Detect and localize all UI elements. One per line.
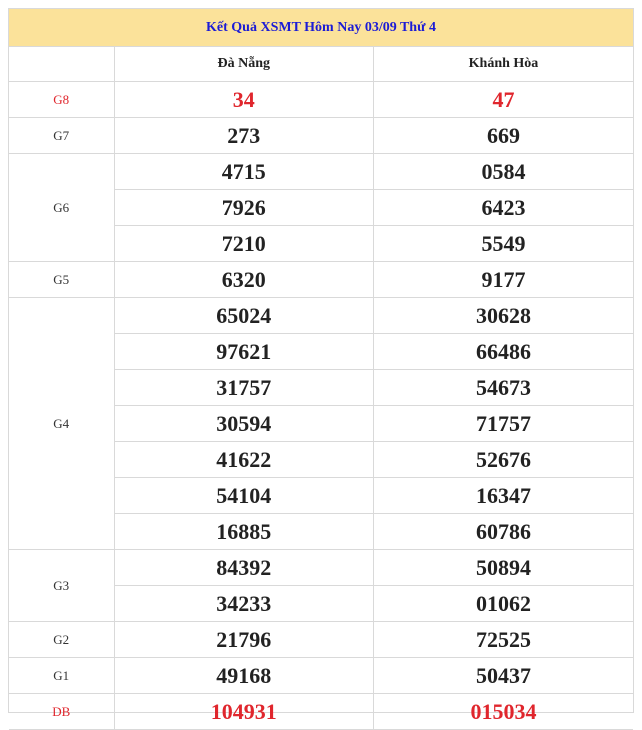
prize-number: 52676 (374, 442, 633, 478)
prize-numbers-province-2: 50894 01062 (373, 549, 633, 622)
prize-numbers-province-2: 47 (373, 81, 633, 118)
prize-numbers-province-2: 30628 66486 54673 71757 52676 16347 60786 (373, 297, 633, 550)
prize-number: 7210 (221, 231, 266, 256)
prize-row-db: DB 104931 015034 (9, 693, 633, 730)
prize-label: G8 (9, 81, 115, 118)
prize-number: 01062 (476, 591, 531, 616)
prize-number: 84392 (114, 550, 373, 586)
prize-number: 60786 (476, 519, 531, 544)
prize-number: 65024 (114, 298, 373, 334)
prize-row-g4: G4 65024 97621 31757 30594 41622 54104 16885 306… (9, 297, 633, 550)
prize-number: 9177 (481, 267, 526, 292)
prize-number: 49168 (216, 663, 272, 688)
prize-number: 54673 (374, 370, 633, 406)
prize-label: DB (9, 693, 115, 730)
prize-number: 104931 (210, 699, 277, 724)
prize-number: 4715 (114, 154, 373, 190)
prize-number: 50437 (476, 663, 531, 688)
prize-numbers-province-1: 49168 (113, 657, 374, 694)
prize-row-g6: G6 4715 7926 7210 0584 6423 5549 (9, 153, 633, 262)
prize-number: 66486 (374, 334, 633, 370)
prize-label: G6 (9, 153, 115, 262)
prize-label: G5 (9, 261, 115, 298)
prize-number: 34 (232, 87, 255, 112)
prize-row-g2: G2 21796 72525 (9, 621, 633, 658)
prize-numbers-province-1: 104931 (113, 693, 374, 730)
prize-numbers-province-2: 015034 (373, 693, 633, 730)
prize-numbers-province-1: 34 (113, 81, 374, 118)
prize-label: G3 (9, 549, 115, 622)
prize-numbers-province-2: 669 (373, 117, 633, 154)
prize-number: 0584 (374, 154, 633, 190)
prize-row-g1: G1 49168 50437 (9, 657, 633, 694)
prize-number: 50894 (374, 550, 633, 586)
prize-number: 54104 (114, 478, 373, 514)
prize-numbers-province-1: 21796 (113, 621, 374, 658)
prize-label: G2 (9, 621, 115, 658)
prize-number: 31757 (114, 370, 373, 406)
prize-numbers-province-1: 65024 97621 31757 30594 41622 54104 16885 (113, 297, 374, 550)
prize-number: 34233 (216, 591, 272, 616)
header-province-1: Đà Nẵng (113, 47, 374, 82)
prize-number: 6423 (374, 190, 633, 226)
prize-numbers-province-2: 72525 (373, 621, 633, 658)
prize-number: 16885 (216, 519, 272, 544)
prize-numbers-province-2: 9177 (373, 261, 633, 298)
prize-number: 273 (227, 123, 261, 148)
prize-row-g8: G8 34 47 (9, 81, 633, 118)
prize-label: G4 (9, 297, 115, 550)
prize-numbers-province-2: 0584 6423 5549 (373, 153, 633, 262)
prize-label: G7 (9, 117, 115, 154)
prize-number: 41622 (114, 442, 373, 478)
prize-numbers-province-1: 273 (113, 117, 374, 154)
prize-numbers-province-1: 6320 (113, 261, 374, 298)
prize-row-g5: G5 6320 9177 (9, 261, 633, 298)
prize-numbers-province-1: 84392 34233 (113, 549, 374, 622)
prize-number: 97621 (114, 334, 373, 370)
prize-number: 30628 (374, 298, 633, 334)
prize-number: 16347 (374, 478, 633, 514)
prize-row-g3: G3 84392 34233 50894 01062 (9, 549, 633, 622)
prize-numbers-province-2: 50437 (373, 657, 633, 694)
results-table-frame: Kết Quả XSMT Hôm Nay 03/09 Thứ 4 Đà Nẵng… (8, 8, 634, 730)
prize-row-g7: G7 273 669 (9, 117, 633, 154)
results-table: Đà Nẵng Khánh Hòa G8 34 47 G7 273 669 G6 4715 79… (9, 47, 633, 730)
prize-numbers-province-1: 4715 7926 7210 (113, 153, 374, 262)
header-prize-cell (9, 47, 115, 82)
results-title: Kết Quả XSMT Hôm Nay 03/09 Thứ 4 (9, 9, 633, 47)
prize-number: 015034 (470, 699, 537, 724)
prize-number: 72525 (476, 627, 531, 652)
header-row: Đà Nẵng Khánh Hòa (9, 47, 633, 82)
prize-number: 21796 (216, 627, 272, 652)
prize-number: 47 (492, 87, 515, 112)
prize-number: 7926 (114, 190, 373, 226)
prize-number: 669 (487, 123, 520, 148)
prize-label: G1 (9, 657, 115, 694)
header-province-2: Khánh Hòa (373, 47, 633, 82)
prize-number: 71757 (374, 406, 633, 442)
prize-number: 30594 (114, 406, 373, 442)
prize-number: 5549 (481, 231, 526, 256)
prize-number: 6320 (221, 267, 266, 292)
